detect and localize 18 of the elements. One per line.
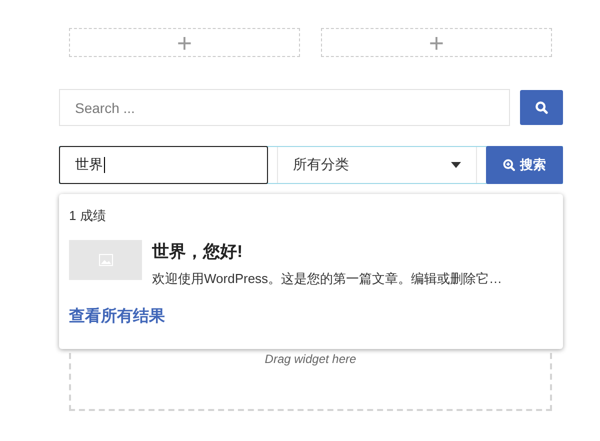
result-count: 1 成绩	[69, 207, 107, 225]
drop-hint: Drag widget here	[264, 352, 356, 366]
add-widget-button[interactable]: +	[69, 28, 300, 57]
search-field[interactable]: Search ...	[59, 89, 510, 126]
result-title[interactable]: 世界，您好!	[152, 240, 502, 263]
search-submit-button[interactable]: 搜索	[486, 146, 563, 184]
caret-icon	[451, 162, 461, 168]
view-all-results-link[interactable]: 查看所有结果	[69, 306, 165, 327]
keyword-field[interactable]: 世界	[59, 146, 268, 184]
search-button[interactable]	[520, 90, 563, 125]
text-cursor	[104, 157, 105, 173]
image-icon	[98, 254, 112, 266]
add-widget-button[interactable]: +	[321, 28, 552, 57]
category-value: 所有分类	[293, 156, 349, 174]
search-icon	[535, 101, 548, 114]
result-excerpt: 欢迎使用WordPress。这是您的第一篇文章。编辑或删除它…	[152, 270, 502, 288]
search-icon	[503, 159, 515, 171]
category-dropdown[interactable]: 所有分类	[277, 147, 477, 183]
